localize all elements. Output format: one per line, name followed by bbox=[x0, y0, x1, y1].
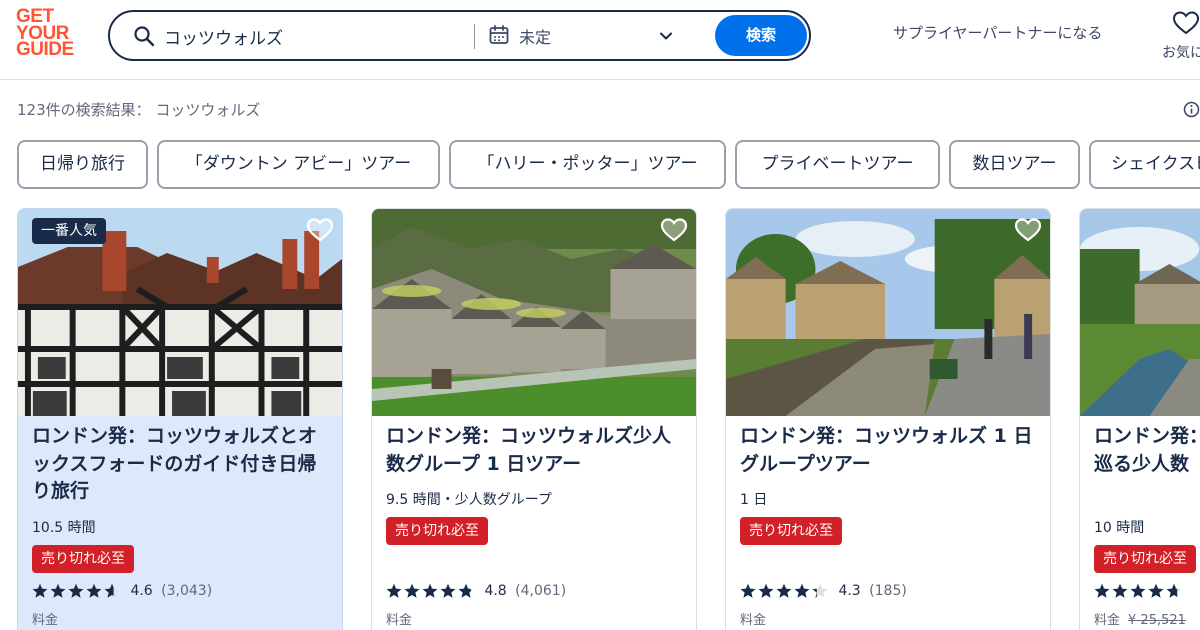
activity-card[interactable]: 一番人気 ロンドン発：コッツウォルズとオックスフォードのガイド付き日帰り旅行 1… bbox=[17, 208, 343, 630]
calendar-icon[interactable] bbox=[488, 24, 510, 46]
search-input[interactable] bbox=[164, 23, 464, 49]
rating-count: (3,043) bbox=[161, 583, 213, 599]
card-rating: 4.3 (185) bbox=[740, 583, 907, 603]
activity-card[interactable]: ロンドン発：絶対に見逃せないを巡る少人数 10 時間 売り切れ必至 料金 ¥ 25… bbox=[1079, 208, 1200, 630]
price-label: 料金 ¥ 25,521 bbox=[1094, 609, 1186, 628]
star-filled-icon bbox=[740, 583, 756, 598]
site-header: GET YOUR GUIDE 未定 検索 サプライヤーパートナーになる お気に入… bbox=[0, 0, 1200, 80]
card-duration: 10 時間 bbox=[1094, 520, 1145, 536]
rating-count: (185) bbox=[869, 583, 907, 599]
card-title[interactable]: ロンドン発：コッツウォルズ 1 日グループツアー bbox=[740, 423, 1040, 478]
heart-icon[interactable] bbox=[660, 217, 688, 243]
rating-value: 4.6 bbox=[130, 583, 153, 599]
chip-private-tour[interactable]: プライベートツアー bbox=[735, 140, 940, 189]
card-rating: 4.8 (4,061) bbox=[386, 583, 566, 603]
heart-icon[interactable] bbox=[1014, 217, 1042, 243]
wishlist-button[interactable]: お気に入り bbox=[1150, 4, 1200, 64]
activity-card[interactable]: ロンドン発：コッツウォルズ 1 日グループツアー 1 日 売り切れ必至 4.3 … bbox=[725, 208, 1051, 630]
star-rating-icon bbox=[1094, 583, 1182, 598]
star-filled-icon bbox=[1148, 583, 1164, 598]
star-filled-icon bbox=[32, 583, 48, 598]
activity-card[interactable]: ロンドン発：コッツウォルズ少人数グループ 1 日ツアー 9.5 時間・少人数グル… bbox=[371, 208, 697, 630]
card-duration: 9.5 時間・少人数グループ bbox=[386, 492, 552, 508]
card-duration: 10.5 時間 bbox=[32, 520, 96, 536]
star-filled-icon bbox=[1130, 583, 1146, 598]
rating-count: (4,061) bbox=[515, 583, 567, 599]
star-filled-icon bbox=[1094, 583, 1110, 598]
heart-icon[interactable] bbox=[306, 217, 334, 243]
star-filled-icon bbox=[776, 583, 792, 598]
sold-out-badge: 売り切れ必至 bbox=[1094, 545, 1196, 573]
wishlist-label: お気に入り bbox=[1162, 45, 1200, 61]
card-title[interactable]: ロンドン発：コッツウォルズ少人数グループ 1 日ツアー bbox=[386, 423, 686, 478]
star-filled-icon bbox=[386, 583, 402, 598]
chip-downton-abbey[interactable]: 「ダウントン アビー」ツアー bbox=[157, 140, 440, 189]
star-filled-icon bbox=[404, 583, 420, 598]
star-filled-icon bbox=[440, 583, 456, 598]
star-filled-icon bbox=[794, 583, 810, 598]
chip-harry-potter[interactable]: 「ハリー・ポッター」ツアー bbox=[449, 140, 726, 189]
star-filled-icon bbox=[422, 583, 438, 598]
chevron-down-icon[interactable] bbox=[658, 28, 674, 44]
card-rating: 4.6 (3,043) bbox=[32, 583, 212, 603]
price-label-text: 料金 bbox=[1094, 613, 1121, 628]
logo-line-3: GUIDE bbox=[16, 39, 74, 60]
results-summary: 123件の検索結果： コッツウォルズ bbox=[17, 101, 261, 119]
price-label: 料金 bbox=[386, 613, 413, 628]
star-filled-icon bbox=[50, 583, 66, 598]
star-filled-icon bbox=[758, 583, 774, 598]
supplier-partner-link[interactable]: サプライヤーパートナーになる bbox=[893, 22, 1102, 43]
filter-chips: 日帰り旅行 「ダウントン アビー」ツアー 「ハリー・ポッター」ツアー プライベー… bbox=[17, 140, 1200, 190]
search-button[interactable]: 検索 bbox=[715, 15, 807, 56]
rating-value: 4.3 bbox=[838, 583, 861, 599]
price-label: 料金 bbox=[740, 613, 767, 628]
search-icon bbox=[134, 26, 155, 47]
rating-value: 4.8 bbox=[484, 583, 507, 599]
most-popular-badge: 一番人気 bbox=[32, 218, 106, 244]
search-bar: 未定 検索 bbox=[108, 10, 811, 61]
card-title[interactable]: ロンドン発：コッツウォルズとオックスフォードのガイド付き日帰り旅行 bbox=[32, 423, 332, 506]
star-filled-icon bbox=[1112, 583, 1128, 598]
getyourguide-logo[interactable]: GET YOUR GUIDE bbox=[16, 7, 82, 63]
star-filled-icon bbox=[68, 583, 84, 598]
price-label: 料金 bbox=[32, 613, 59, 628]
date-picker-value[interactable]: 未定 bbox=[519, 24, 551, 48]
card-image-bibury[interactable] bbox=[1080, 209, 1200, 416]
chip-day-trip[interactable]: 日帰り旅行 bbox=[17, 140, 148, 189]
sold-out-badge: 売り切れ必至 bbox=[740, 517, 842, 545]
card-title[interactable]: ロンドン発：絶対に見逃せないを巡る少人数 bbox=[1094, 423, 1200, 478]
card-duration: 1 日 bbox=[740, 492, 768, 508]
sold-out-badge: 売り切れ必至 bbox=[32, 545, 134, 573]
chip-multi-day[interactable]: 数日ツアー bbox=[949, 140, 1080, 189]
heart-icon bbox=[1172, 11, 1200, 35]
card-rating bbox=[1094, 583, 1182, 603]
sold-out-badge: 売り切れ必至 bbox=[386, 517, 488, 545]
star-rating-icon bbox=[32, 583, 120, 598]
star-rating-icon bbox=[740, 583, 828, 598]
activity-cards: 一番人気 ロンドン発：コッツウォルズとオックスフォードのガイド付き日帰り旅行 1… bbox=[0, 208, 1200, 630]
star-filled-icon bbox=[86, 583, 102, 598]
chip-shakespeare[interactable]: シェイクスピア bbox=[1089, 140, 1200, 189]
info-icon[interactable] bbox=[1183, 101, 1200, 118]
search-divider bbox=[474, 24, 475, 49]
original-price: ¥ 25,521 bbox=[1128, 613, 1186, 628]
star-rating-icon bbox=[386, 583, 474, 598]
card-image-arlington-row[interactable] bbox=[372, 209, 696, 416]
card-image-village-stream[interactable] bbox=[726, 209, 1050, 416]
